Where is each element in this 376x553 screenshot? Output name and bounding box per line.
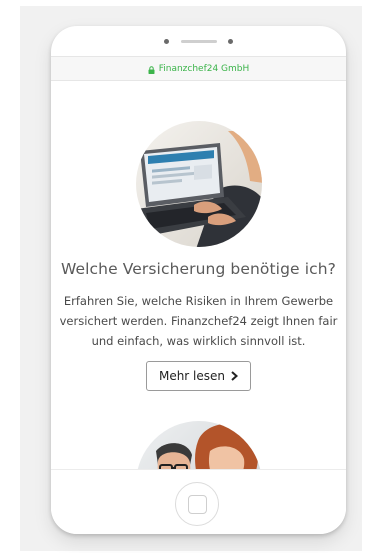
speaker-grille [181,40,217,43]
phone-mockup: Finanzchef24 GmbH Welche Versicherung be… [51,26,346,534]
site-name: Finanzchef24 GmbH [158,63,250,74]
home-button[interactable] [175,482,219,526]
phone-bottom-bezel [51,469,346,534]
consultants-photo [136,421,262,469]
phone-top-bezel [51,26,346,54]
page-title: Welche Versicherung benötige ich? [61,260,336,278]
lock-icon [148,65,155,74]
read-more-label: Mehr lesen [158,369,226,383]
address-bar[interactable]: Finanzchef24 GmbH [51,57,346,81]
chevron-right-icon [231,371,239,381]
camera-icon [228,39,233,44]
home-square-icon [187,494,207,514]
read-more-button[interactable]: Mehr lesen [146,361,251,391]
sensor-dot [164,39,169,44]
description-text: Erfahren Sie, welche Risiken in Ihrem Ge… [59,294,338,348]
phone-screen: Finanzchef24 GmbH Welche Versicherung be… [51,56,346,469]
laptop-photo [136,121,262,247]
